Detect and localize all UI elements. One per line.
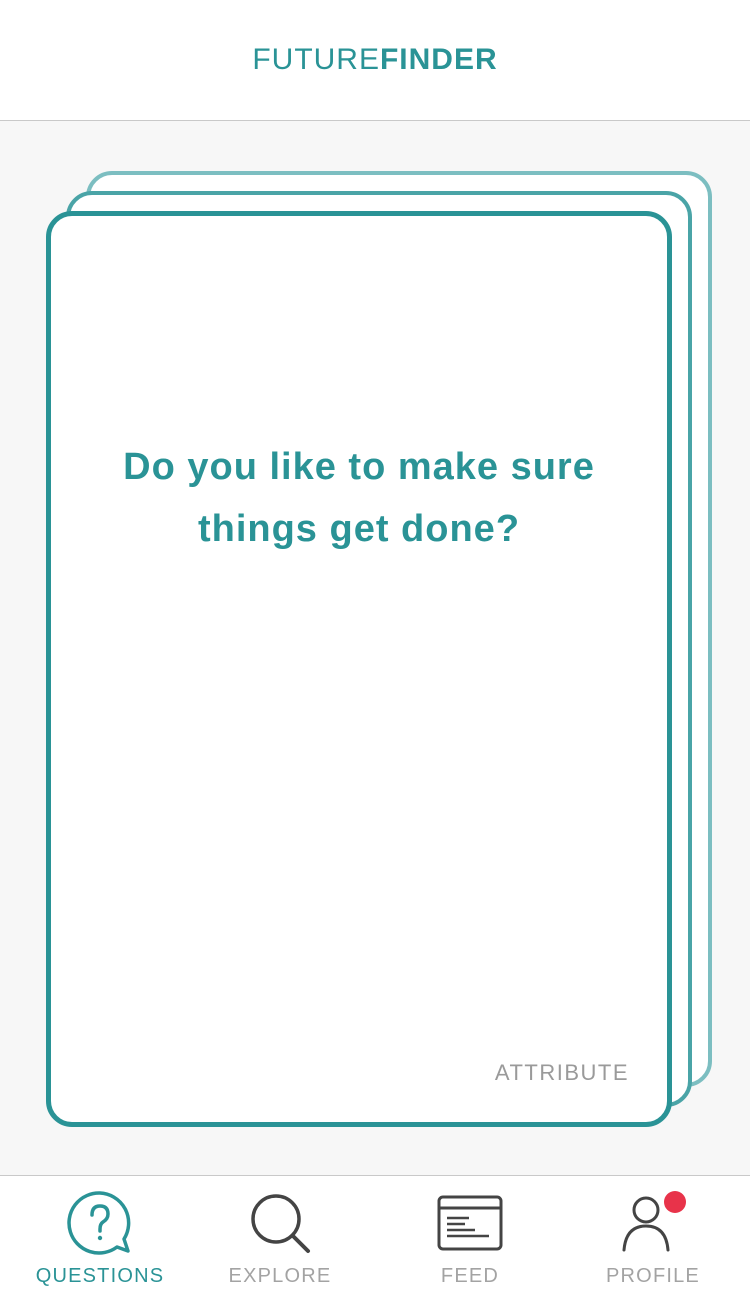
feed-icon bbox=[437, 1195, 503, 1251]
tab-label-explore: EXPLORE bbox=[228, 1265, 332, 1287]
notification-dot bbox=[664, 1191, 686, 1213]
tab-questions[interactable]: QUESTIONS bbox=[10, 1176, 190, 1297]
question-bubble-icon bbox=[67, 1191, 131, 1255]
tab-feed[interactable]: FEED bbox=[380, 1176, 560, 1297]
search-icon bbox=[251, 1194, 310, 1253]
tab-label-profile: PROFILE bbox=[606, 1265, 700, 1287]
question-card[interactable]: Do you like to make sure things get done… bbox=[46, 211, 672, 1127]
profile-icon bbox=[622, 1191, 686, 1252]
app-header: FUTURE FINDER bbox=[0, 0, 750, 121]
attribute-label[interactable]: ATTRIBUTE bbox=[495, 1060, 629, 1086]
logo-text-future: FUTURE bbox=[252, 43, 380, 76]
tab-label-feed: FEED bbox=[440, 1265, 500, 1287]
bottom-tab-bar: QUESTIONS EXPLORE FEED PROFILE bbox=[0, 1175, 750, 1297]
tab-explore[interactable]: EXPLORE bbox=[190, 1176, 370, 1297]
app-logo: FUTURE FINDER bbox=[252, 43, 497, 77]
tab-profile[interactable]: PROFILE bbox=[563, 1176, 743, 1297]
tab-label-questions: QUESTIONS bbox=[35, 1265, 165, 1287]
logo-text-finder: FINDER bbox=[379, 43, 498, 76]
question-text: Do you like to make sure things get done… bbox=[123, 446, 595, 550]
